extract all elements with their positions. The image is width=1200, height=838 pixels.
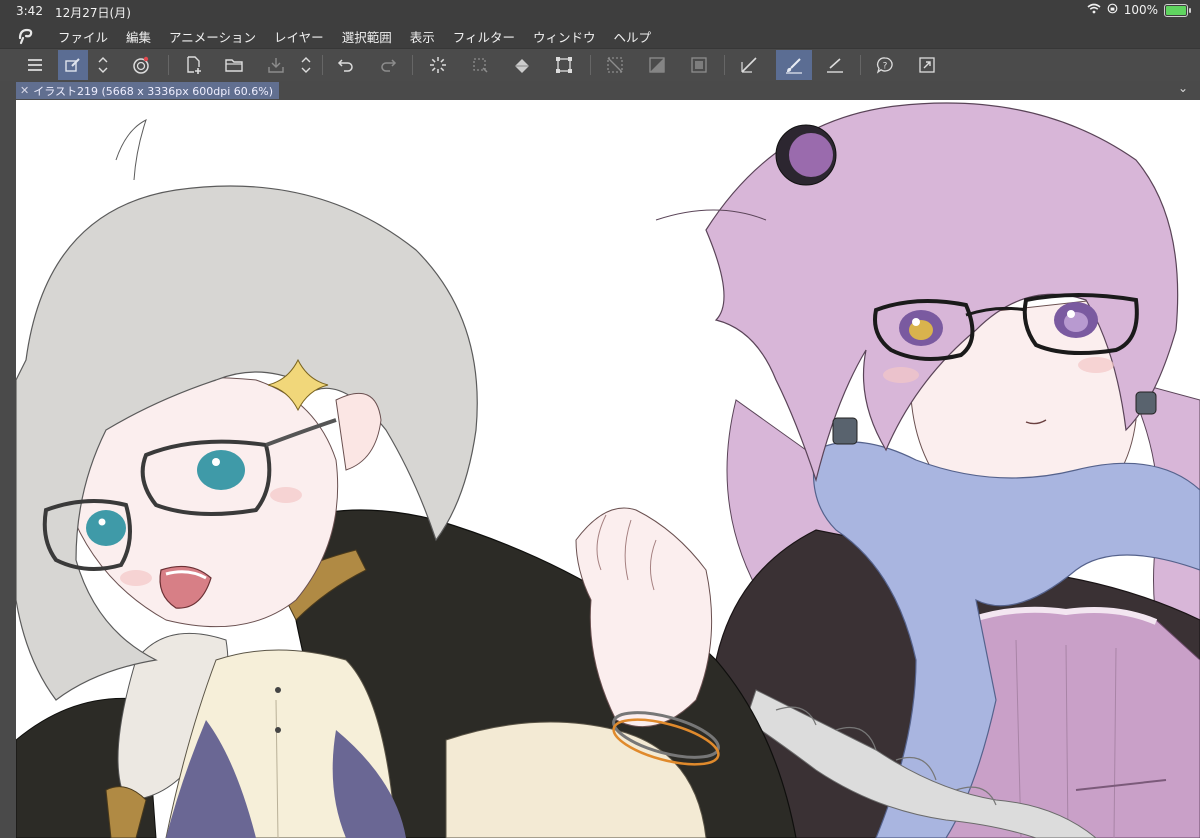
undo-button[interactable] — [331, 50, 361, 80]
loading-icon — [430, 57, 446, 73]
menu-edit[interactable]: 編集 — [118, 27, 161, 46]
clip-studio-icon — [133, 56, 149, 74]
toolbar-separator — [724, 55, 725, 75]
menu-icon — [28, 59, 42, 71]
fullscreen-icon — [919, 57, 935, 73]
toolbar-separator — [322, 55, 323, 75]
canvas-tab-strip: ✕ イラスト219 (5668 x 3336px 600dpi 60.6%) ⌄ — [0, 81, 1200, 99]
ruler-line-icon — [827, 58, 843, 73]
edit-icon — [65, 58, 80, 72]
redo-button[interactable] — [373, 50, 403, 80]
up-down-icon — [98, 57, 108, 73]
menu-help[interactable]: ヘルプ — [606, 27, 662, 46]
save-icon — [268, 58, 284, 73]
menu-layer[interactable]: レイヤー — [266, 27, 334, 46]
menu-file[interactable]: ファイル — [50, 27, 118, 46]
help-icon: ? — [876, 57, 893, 74]
ruler-line-button[interactable] — [820, 50, 850, 80]
wifi-icon — [1087, 3, 1101, 17]
canvas-tab[interactable]: ✕ イラスト219 (5668 x 3336px 600dpi 60.6%) — [16, 82, 280, 99]
clear-button[interactable] — [600, 50, 630, 80]
menu-bar: ファイル 編集 アニメーション レイヤー 選択範囲 表示 フィルター ウィンドウ… — [0, 24, 1200, 48]
menu-filter[interactable]: フィルター — [445, 27, 525, 46]
loading-button[interactable] — [423, 50, 453, 80]
command-bar: ? — [0, 48, 1200, 82]
transform-dim-icon — [473, 58, 488, 73]
menu-button[interactable] — [20, 50, 50, 80]
drawing-canvas[interactable] — [16, 100, 1200, 838]
chevron-down-icon[interactable]: ⌄ — [1178, 81, 1188, 95]
battery-icon — [1164, 3, 1191, 17]
save-button[interactable] — [261, 50, 291, 80]
tone-icon — [649, 57, 665, 73]
status-date: 12月27日(月) — [55, 6, 131, 20]
toolbar-separator — [412, 55, 413, 75]
open-button[interactable] — [219, 50, 249, 80]
frame-button[interactable] — [684, 50, 714, 80]
open-folder-icon — [225, 59, 243, 72]
menu-window[interactable]: ウィンドウ — [525, 27, 606, 46]
status-right: 100% — [1087, 3, 1191, 17]
fill-button[interactable] — [507, 50, 537, 80]
save-switch[interactable] — [297, 50, 315, 80]
brush-button[interactable] — [776, 50, 812, 80]
new-canvas-icon — [187, 56, 201, 74]
clear-icon — [607, 57, 623, 73]
menu-animation[interactable]: アニメーション — [161, 27, 266, 46]
ruler-pen-icon — [741, 57, 757, 73]
redo-icon — [381, 59, 397, 72]
toolbar-separator — [590, 55, 591, 75]
crop-icon — [556, 57, 572, 73]
help-button[interactable]: ? — [870, 50, 900, 80]
left-character — [16, 119, 797, 838]
battery-fill — [1166, 5, 1186, 15]
ruler-pen-button[interactable] — [734, 50, 764, 80]
close-tab-icon[interactable]: ✕ — [20, 84, 29, 97]
canvas-tab-label: イラスト219 (5668 x 3336px 600dpi 60.6%) — [33, 84, 274, 98]
up-down-icon — [301, 57, 311, 73]
frame-icon — [691, 57, 707, 73]
brush-icon — [786, 58, 802, 74]
menu-selection[interactable]: 選択範囲 — [334, 27, 402, 46]
new-canvas-button[interactable] — [178, 50, 208, 80]
transform-button[interactable] — [465, 50, 495, 80]
fill-icon — [515, 59, 529, 73]
orientation-lock-icon — [1107, 3, 1118, 17]
tone-button[interactable] — [642, 50, 672, 80]
undo-icon — [337, 59, 353, 72]
edit-mode-button[interactable] — [58, 50, 88, 80]
menu-view[interactable]: 表示 — [402, 27, 445, 46]
illustration — [16, 102, 1200, 838]
toolbar-separator — [860, 55, 861, 75]
toolbar-separator — [168, 55, 169, 75]
battery-percent: 100% — [1123, 3, 1158, 17]
clip-studio-logo-icon[interactable] — [16, 26, 36, 46]
status-bar: 3:42 12月27日(月) 100% — [0, 0, 1200, 24]
status-time: 3:42 — [16, 4, 43, 18]
fullscreen-button[interactable] — [912, 50, 942, 80]
clip-studio-button[interactable] — [126, 50, 156, 80]
svg-text:?: ? — [883, 62, 888, 72]
edit-mode-switch[interactable] — [94, 50, 112, 80]
crop-button[interactable] — [549, 50, 579, 80]
